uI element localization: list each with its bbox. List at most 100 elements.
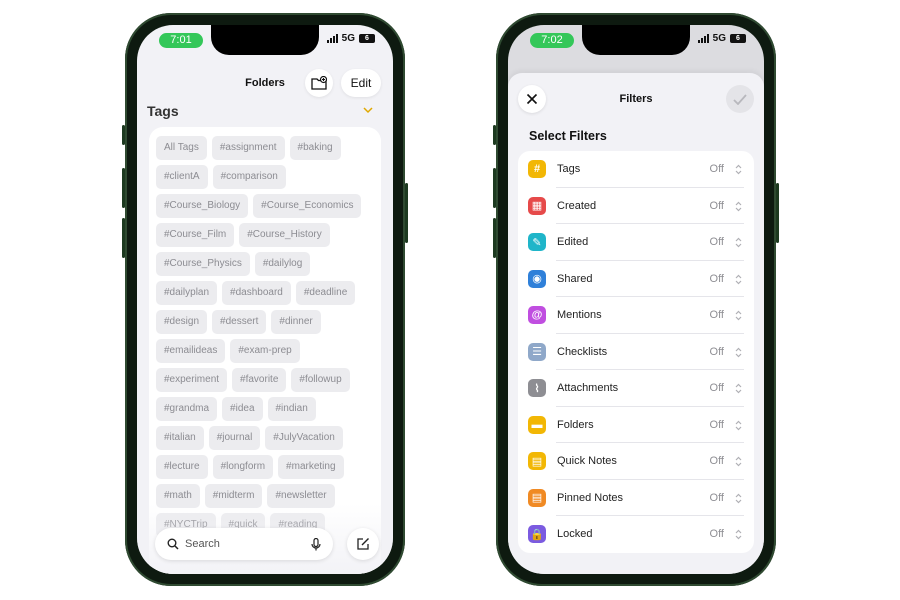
filter-label: Locked	[557, 528, 593, 541]
tag-chip[interactable]: #dailylog	[254, 252, 311, 276]
battery-icon: 6	[359, 34, 375, 43]
chevron-up-down-icon	[735, 454, 742, 472]
filter-label: Shared	[557, 272, 593, 285]
chevron-up-down-icon	[735, 527, 742, 545]
new-folder-button[interactable]	[305, 69, 333, 97]
filter-row-quick-notes[interactable]: ▤ Quick Notes Off	[528, 443, 754, 480]
filter-value[interactable]: Off	[710, 528, 724, 540]
chevron-up-down-icon	[735, 345, 742, 363]
filter-row-attachments[interactable]: ⌇ Attachments Off	[528, 370, 754, 407]
at-icon: @	[528, 306, 546, 325]
filter-value[interactable]: Off	[710, 200, 724, 212]
filter-row-pinned-notes[interactable]: ▤ Pinned Notes Off	[528, 480, 754, 516]
tag-chip[interactable]: #indian	[267, 397, 316, 421]
people-icon: ◉	[528, 269, 546, 288]
filters-sheet: Filters Select Filters # Tags Off ▦ Created O…	[508, 73, 764, 574]
tag-row: #grandma #idea #indian	[156, 397, 374, 421]
status-icons: 5G 6	[326, 33, 375, 44]
microphone-icon[interactable]	[311, 537, 321, 551]
tag-chip[interactable]: #favorite	[232, 368, 287, 392]
right-phone: 7:02 5G 6 Filters Select Filters # Tags Of…	[493, 13, 779, 586]
signal-icon	[697, 34, 709, 43]
tag-chip[interactable]: #deadline	[295, 281, 356, 305]
hashtag-icon: #	[528, 160, 546, 179]
chevron-up-down-icon	[735, 418, 742, 436]
tag-chip[interactable]: #assignment	[211, 136, 285, 160]
status-bar: 7:02 5G 6	[508, 31, 764, 51]
tag-chip[interactable]: #Course_Economics	[253, 194, 362, 218]
quick-note-icon: ▤	[528, 452, 546, 471]
tag-chip[interactable]: #JulyVacation	[265, 426, 343, 450]
tag-chip[interactable]: #journal	[208, 426, 261, 450]
filter-label: Mentions	[557, 309, 602, 322]
filter-value[interactable]: Off	[710, 346, 724, 358]
tag-chip[interactable]: #lecture	[156, 455, 208, 479]
tag-row: #Course_Film #Course_History	[156, 223, 374, 247]
phone-side-button	[122, 168, 125, 208]
filter-row-edited[interactable]: ✎ Edited Off	[528, 224, 754, 261]
tag-chip[interactable]: #dailyplan	[156, 281, 218, 305]
tag-chip[interactable]: #comparison	[212, 165, 286, 189]
tag-chip[interactable]: #Course_Film	[156, 223, 235, 247]
filter-value[interactable]: Off	[710, 236, 724, 248]
tag-chip[interactable]: #design	[156, 310, 208, 334]
network-type: 5G	[341, 33, 355, 44]
filter-row-tags[interactable]: # Tags Off	[528, 151, 754, 188]
tag-chip[interactable]: #dessert	[212, 310, 267, 334]
tag-row: #experiment #favorite #followup	[156, 368, 374, 392]
filter-row-created[interactable]: ▦ Created Off	[528, 188, 754, 224]
checklist-icon: ☰	[528, 342, 546, 361]
tag-chip[interactable]: #experiment	[156, 368, 228, 392]
tags-section-header[interactable]: Tags	[147, 103, 373, 123]
filter-row-folders[interactable]: ▬ Folders Off	[528, 407, 754, 443]
tag-chip[interactable]: #dinner	[271, 310, 321, 334]
filter-label: Edited	[557, 236, 589, 249]
search-field[interactable]: Search	[155, 528, 333, 560]
tag-chip[interactable]: #Course_Physics	[156, 252, 250, 276]
tag-chip[interactable]: All Tags	[156, 136, 207, 160]
filter-row-locked[interactable]: 🔒 Locked Off	[528, 516, 754, 553]
filter-value[interactable]: Off	[710, 273, 724, 285]
tag-chip[interactable]: #longform	[212, 455, 274, 479]
section-title: Select Filters	[529, 129, 607, 143]
done-button[interactable]	[726, 85, 754, 113]
tag-chip[interactable]: #followup	[291, 368, 350, 392]
filter-value[interactable]: Off	[710, 382, 724, 394]
tag-row: #design #dessert #dinner	[156, 310, 374, 334]
tag-chip[interactable]: #emailideas	[156, 339, 226, 363]
chevron-up-down-icon	[735, 381, 742, 399]
filter-label: Created	[557, 199, 597, 212]
tag-chip[interactable]: #Course_Biology	[156, 194, 249, 218]
tag-chip[interactable]: #baking	[289, 136, 341, 160]
tag-chip[interactable]: #idea	[222, 397, 263, 421]
tag-chip[interactable]: #clientA	[156, 165, 208, 189]
tag-chip[interactable]: #dashboard	[222, 281, 291, 305]
status-time: 7:02	[530, 33, 574, 48]
tag-chip[interactable]: #marketing	[278, 455, 344, 479]
chevron-up-down-icon	[735, 199, 742, 217]
compose-button[interactable]	[347, 528, 379, 560]
tag-row: #lecture #longform #marketing	[156, 455, 374, 479]
tag-chip[interactable]: #grandma	[156, 397, 218, 421]
filter-row-mentions[interactable]: @ Mentions Off	[528, 297, 754, 334]
filter-row-checklists[interactable]: ☰ Checklists Off	[528, 334, 754, 370]
folders-header: Folders Edit	[137, 69, 393, 99]
filter-value[interactable]: Off	[710, 309, 724, 321]
filter-value[interactable]: Off	[710, 163, 724, 175]
edit-button[interactable]: Edit	[341, 69, 381, 97]
phone-side-button	[776, 183, 779, 243]
tag-chip[interactable]: #exam-prep	[230, 339, 300, 363]
phone-side-button	[493, 218, 496, 258]
filter-value[interactable]: Off	[710, 419, 724, 431]
folder-icon: ▬	[528, 415, 546, 434]
filter-value[interactable]: Off	[710, 492, 724, 504]
filter-row-shared[interactable]: ◉ Shared Off	[528, 261, 754, 297]
tag-chip[interactable]: #Course_History	[239, 223, 330, 247]
paperclip-icon: ⌇	[528, 379, 546, 398]
tag-chip[interactable]: #italian	[156, 426, 204, 450]
bottom-toolbar: Search	[155, 528, 379, 560]
chevron-down-icon	[363, 105, 373, 117]
filter-value[interactable]: Off	[710, 455, 724, 467]
network-type: 5G	[712, 33, 726, 44]
filter-label: Quick Notes	[557, 455, 617, 468]
